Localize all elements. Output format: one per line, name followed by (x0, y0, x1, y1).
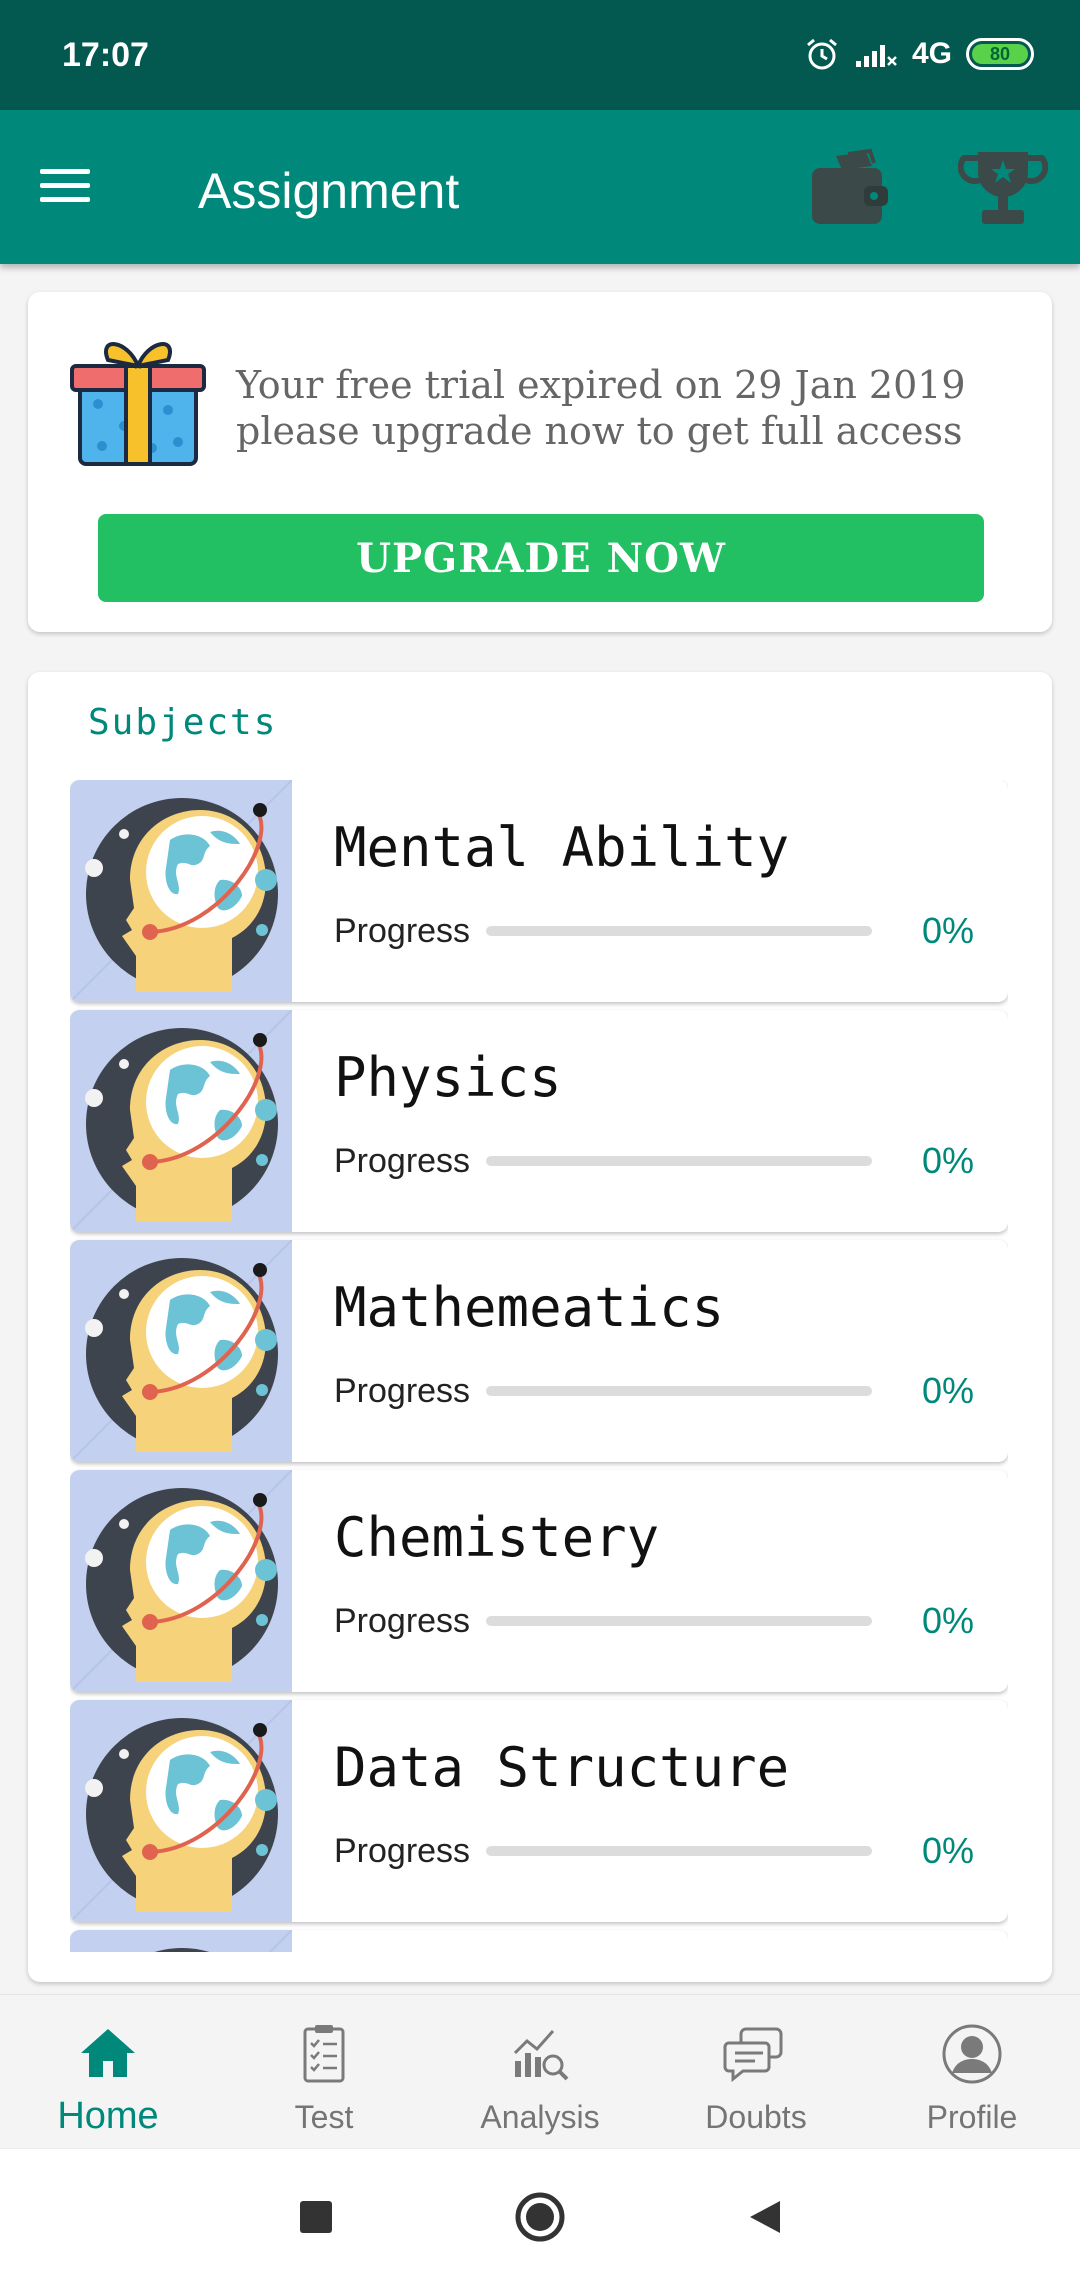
battery-level: 80 (972, 44, 1028, 64)
clipboard-icon (289, 2019, 359, 2089)
progress-bar (486, 1156, 872, 1166)
subject-list[interactable]: Mental Ability Progress 0% Physics Progress… (70, 780, 1008, 1952)
subject-name: Data Structure (334, 1736, 790, 1799)
nav-label: Home (57, 2095, 159, 2137)
progress-bar (486, 1616, 872, 1626)
status-icons: 4G 80 (804, 34, 1034, 74)
back-button[interactable] (734, 2187, 794, 2247)
progress-bar (486, 926, 872, 936)
subject-item[interactable]: Data Structure Progress 0% (70, 1700, 1008, 1922)
menu-icon[interactable] (40, 160, 112, 216)
nav-label: Profile (926, 2099, 1018, 2135)
nav-item-doubts[interactable]: Doubts (648, 1995, 864, 2148)
progress-label: Progress (334, 1142, 471, 1180)
nav-label: Doubts (705, 2099, 807, 2135)
nav-item-profile[interactable]: Profile (864, 1995, 1080, 2148)
progress-value: 0% (922, 1370, 975, 1411)
progress-label: Progress (334, 1832, 471, 1870)
progress-value: 0% (922, 910, 975, 951)
subject-thumbnail (70, 1470, 293, 1692)
subject-thumbnail (70, 1700, 293, 1922)
subject-thumbnail (70, 1240, 293, 1462)
subject-item[interactable]: Mental Ability Progress 0% (70, 780, 1008, 1002)
battery-icon: 80 (966, 38, 1034, 70)
signal-icon (855, 45, 897, 67)
home-icon (73, 2019, 143, 2089)
progress-value: 0% (922, 1830, 975, 1871)
recents-button[interactable] (286, 2187, 346, 2247)
nav-label: Analysis (480, 2099, 600, 2135)
home-system-button[interactable] (510, 2187, 570, 2247)
progress-bar (486, 1846, 872, 1856)
progress-bar (486, 1386, 872, 1396)
progress-label: Progress (334, 1602, 471, 1640)
progress-value: 0% (922, 1140, 975, 1181)
nav-item-analysis[interactable]: Analysis (432, 1995, 648, 2148)
progress-label: Progress (334, 1372, 471, 1410)
progress-value: 0% (922, 1600, 975, 1641)
trial-card: Your free trial expired on 29 Jan 2019 p… (28, 292, 1052, 632)
status-bar: 17:07 4G 80 (0, 0, 1080, 110)
app-bar: Assignment (0, 110, 1080, 264)
analysis-icon (505, 2019, 575, 2089)
nav-label: Test (294, 2099, 354, 2135)
gift-icon (68, 330, 208, 470)
subject-name: Mental Ability (334, 816, 790, 879)
subject-name: Physics (334, 1046, 562, 1109)
nav-item-home[interactable]: Home (0, 1995, 216, 2148)
subjects-heading: Subjects (88, 702, 278, 743)
network-type: 4G (911, 37, 952, 70)
status-time: 17:07 (62, 36, 149, 74)
subject-item[interactable]: Chemistery Progress 0% (70, 1470, 1008, 1692)
chat-icon (721, 2019, 791, 2089)
subject-item-partial[interactable] (70, 1930, 1008, 1952)
profile-icon (937, 2019, 1007, 2089)
system-nav-bar (0, 2148, 1080, 2280)
page-title: Assignment (198, 163, 460, 219)
upgrade-now-button[interactable]: UPGRADE NOW (98, 514, 984, 602)
subjects-card: Subjects Mental Ability Progress 0% Phys… (28, 672, 1052, 1982)
subject-name: Mathemeatics (334, 1276, 725, 1339)
subject-thumbnail (70, 780, 293, 1002)
trophy-icon[interactable] (957, 146, 1049, 230)
subject-name: Chemistery (334, 1506, 660, 1569)
subject-item[interactable]: Mathemeatics Progress 0% (70, 1240, 1008, 1462)
trial-message: Your free trial expired on 29 Jan 2019 p… (236, 363, 966, 453)
progress-label: Progress (334, 912, 471, 950)
subject-thumbnail (70, 1010, 293, 1232)
subject-thumbnail (70, 1930, 293, 1952)
bottom-nav: Home Test Analysis Doubts Profile (0, 1994, 1080, 2148)
nav-item-test[interactable]: Test (216, 1995, 432, 2148)
alarm-icon (807, 38, 837, 70)
wallet-icon[interactable] (808, 146, 892, 230)
subject-item[interactable]: Physics Progress 0% (70, 1010, 1008, 1232)
